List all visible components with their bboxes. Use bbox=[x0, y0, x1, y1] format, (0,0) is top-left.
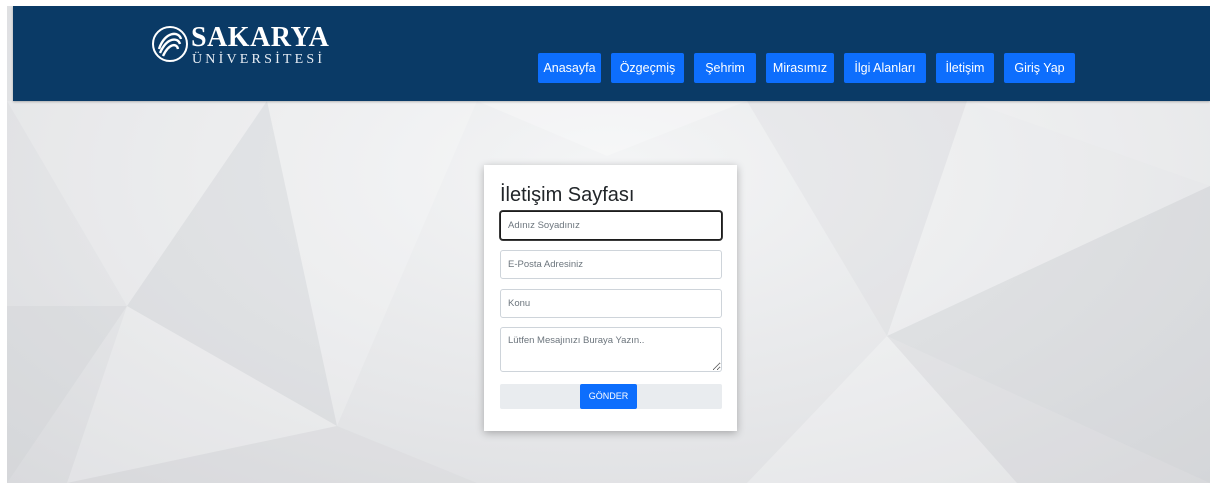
nav-city-button[interactable]: Şehrim bbox=[694, 53, 756, 83]
nav-heritage-button[interactable]: Mirasımız bbox=[766, 53, 834, 83]
nav-login-button[interactable]: Giriş Yap bbox=[1004, 53, 1075, 83]
email-input[interactable] bbox=[500, 250, 722, 279]
send-button[interactable]: GÖNDER bbox=[580, 384, 637, 409]
message-textarea[interactable] bbox=[500, 327, 722, 372]
main-nav: Anasayfa Özgeçmiş Şehrim Mirasımız İlgi … bbox=[13, 6, 1210, 101]
name-input[interactable] bbox=[500, 211, 722, 240]
contact-form-card: İletişim Sayfası GÖNDER bbox=[484, 165, 737, 431]
subject-input[interactable] bbox=[500, 289, 722, 318]
nav-home-button[interactable]: Anasayfa bbox=[538, 53, 601, 83]
contact-form-title: İletişim Sayfası bbox=[500, 184, 635, 206]
nav-interests-button[interactable]: İlgi Alanları bbox=[844, 53, 926, 83]
nav-cv-button[interactable]: Özgeçmiş bbox=[611, 53, 684, 83]
page-frame: SAKARYA ÜNİVERSİTESİ Anasayfa Özgeçmiş Ş… bbox=[7, 6, 1210, 483]
top-navbar: SAKARYA ÜNİVERSİTESİ Anasayfa Özgeçmiş Ş… bbox=[13, 6, 1210, 101]
submit-bar: GÖNDER bbox=[500, 384, 722, 409]
nav-contact-button[interactable]: İletişim bbox=[936, 53, 994, 83]
